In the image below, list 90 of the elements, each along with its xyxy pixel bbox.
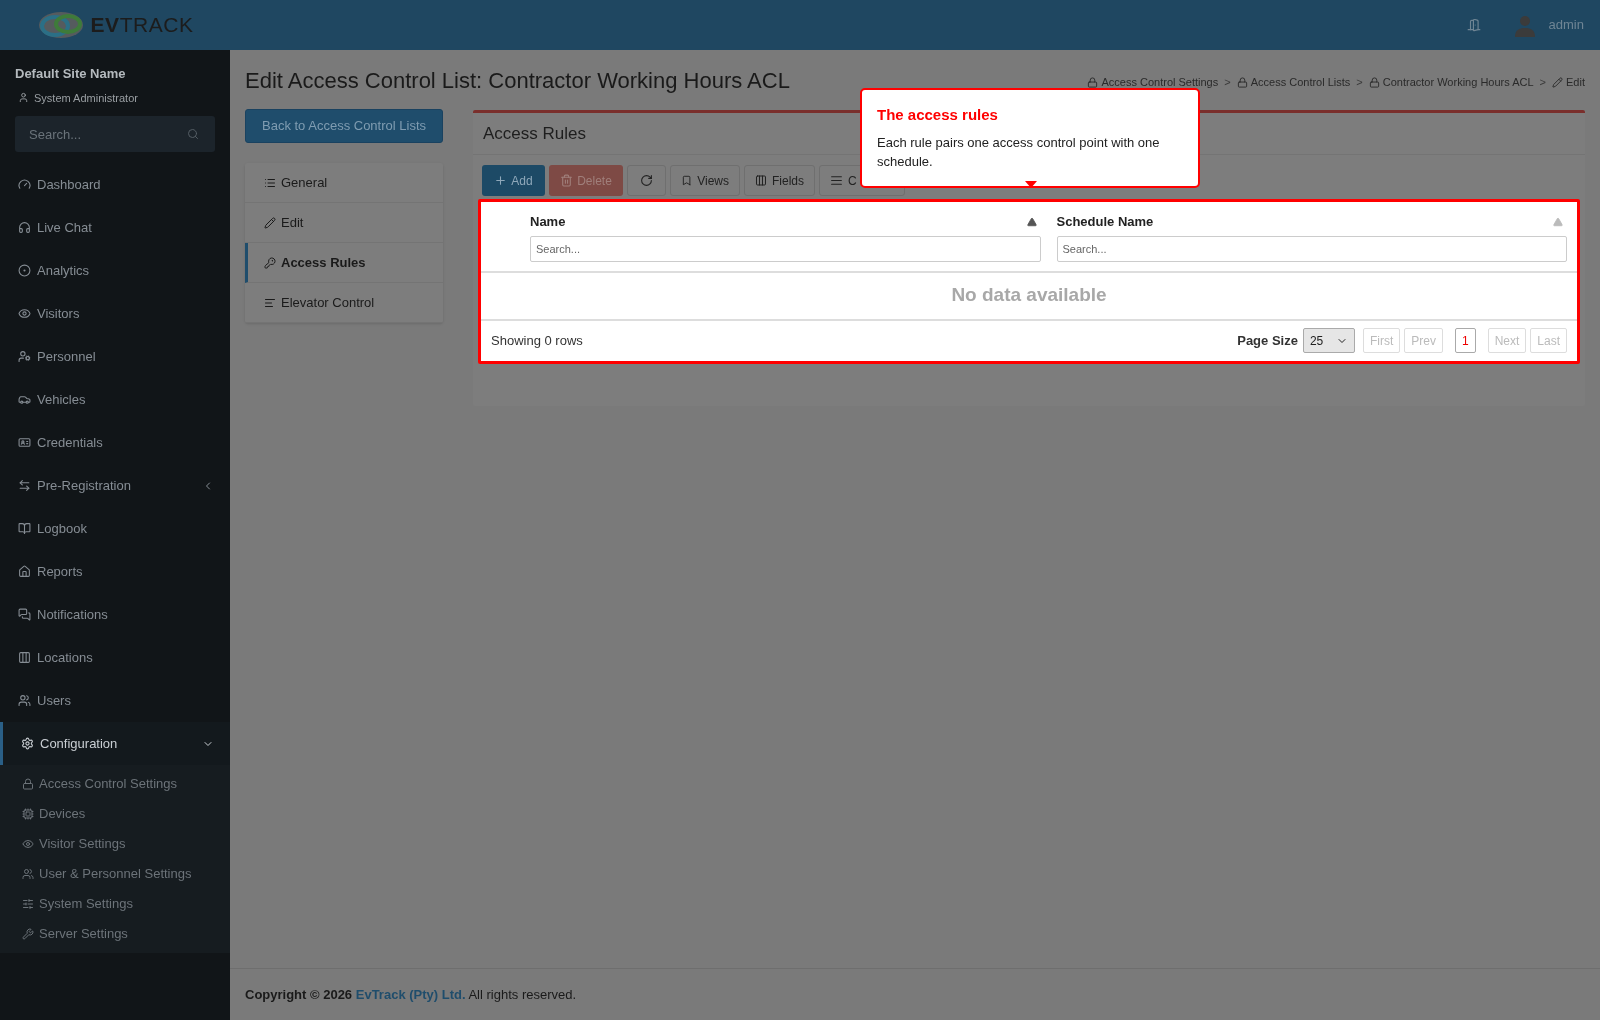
lock-icon <box>1236 76 1248 88</box>
empty-message: No data available <box>951 283 1107 308</box>
sidebar-item[interactable]: Personnel <box>0 335 230 378</box>
gauge-icon <box>18 178 31 191</box>
lines-icon <box>830 174 843 187</box>
search-icon <box>187 128 199 140</box>
toolbar-button[interactable]: Views <box>670 165 740 196</box>
id-card-icon <box>18 436 31 449</box>
column-search-field[interactable]: Search... <box>530 235 1041 262</box>
columns-icon <box>755 174 767 187</box>
breadcrumb-link[interactable]: Edit <box>1552 74 1585 91</box>
sidebar-item[interactable]: Users <box>0 679 230 722</box>
door-icon[interactable] <box>1466 18 1481 32</box>
row-count: Showing 0 rows <box>491 331 584 350</box>
breadcrumb-link[interactable]: Access Control Lists <box>1236 74 1351 91</box>
sidebar-item[interactable]: Logbook <box>0 507 230 550</box>
bookmark-icon <box>681 174 693 187</box>
target-icon <box>18 264 31 277</box>
column-search-field[interactable]: Search... <box>1056 235 1567 262</box>
book-icon <box>18 522 31 535</box>
headset-icon <box>18 221 31 234</box>
sidebar-item[interactable]: Pre-Registration <box>0 464 230 507</box>
breadcrumb-link[interactable]: Contractor Working Hours ACL <box>1368 74 1534 91</box>
site-name: Default Site Name <box>15 65 127 83</box>
submenu-item[interactable]: User & Personnel Settings <box>0 859 230 889</box>
pencil-icon <box>1552 76 1564 88</box>
column-header[interactable]: Schedule Name <box>1056 212 1154 232</box>
list-icon <box>264 176 276 189</box>
tab[interactable]: Access Rules <box>245 243 443 283</box>
refresh-button[interactable] <box>627 165 666 196</box>
sidebar-item[interactable]: Locations <box>0 636 230 679</box>
submenu-item[interactable]: Access Control Settings <box>0 769 230 799</box>
refresh-icon <box>640 174 653 187</box>
sliders-icon <box>22 898 34 910</box>
eye-icon <box>22 838 34 850</box>
back-button[interactable]: Back to Access Control Lists <box>245 109 443 143</box>
submenu-item[interactable]: Devices <box>0 799 230 829</box>
lock-icon <box>1368 76 1380 88</box>
submenu-item[interactable]: Server Settings <box>0 919 230 949</box>
sidebar-item[interactable]: Configuration <box>0 722 230 765</box>
user-icon <box>18 92 29 104</box>
sidebar-item[interactable]: Visitors <box>0 292 230 335</box>
tab[interactable]: General <box>245 163 443 203</box>
page-size-label: Page Size <box>1237 331 1298 350</box>
chat-icon <box>18 608 31 621</box>
submenu-item[interactable]: System Settings <box>0 889 230 919</box>
sidebar-item[interactable]: Reports <box>0 550 230 593</box>
lock-icon <box>22 778 34 790</box>
users-icon <box>22 868 34 880</box>
add-button[interactable]: Add <box>482 165 545 196</box>
sidebar-item[interactable]: Vehicles <box>0 378 230 421</box>
arrows-icon <box>18 479 31 492</box>
page-title: Edit Access Control List: Contractor Working Hours ACL <box>245 67 790 95</box>
submenu-item[interactable]: Visitor Settings <box>0 829 230 859</box>
house-icon <box>18 565 31 578</box>
lines-icon <box>264 296 276 309</box>
chip-icon <box>22 808 34 820</box>
sidebar-item[interactable]: Analytics <box>0 249 230 292</box>
logo-text: EVTRACK <box>90 12 194 39</box>
breadcrumb-separator: > <box>1224 75 1231 90</box>
copyright-text: Copyright © 2026 EvTrack (Pty) Ltd. All rights reserved. <box>245 985 577 1004</box>
sidebar-item[interactable]: Notifications <box>0 593 230 636</box>
pencil-icon <box>264 216 276 229</box>
sidebar-item[interactable]: Dashboard <box>0 163 230 206</box>
users-icon <box>18 694 31 707</box>
tab[interactable]: Elevator Control <box>245 283 443 323</box>
columns-icon <box>18 651 31 664</box>
tab[interactable]: Edit <box>245 203 443 243</box>
pager-button[interactable]: 1 <box>1454 328 1476 353</box>
sort-icon[interactable] <box>1026 216 1037 227</box>
lock-icon <box>1087 76 1099 88</box>
column-header[interactable]: Name <box>530 212 566 232</box>
search-field[interactable]: Search... <box>15 116 215 152</box>
breadcrumb-link[interactable]: Access Control Settings <box>1087 74 1219 91</box>
car-icon <box>18 393 31 406</box>
user-name[interactable]: admin <box>1548 15 1584 35</box>
plus-icon <box>494 174 508 187</box>
breadcrumb-separator: > <box>1356 75 1363 90</box>
settings-icon <box>21 737 34 750</box>
user-gear-icon <box>18 350 31 363</box>
eye-icon <box>18 307 31 320</box>
key-icon <box>264 256 276 269</box>
sidebar-item[interactable]: Live Chat <box>0 206 230 249</box>
breadcrumb-separator: > <box>1539 75 1547 90</box>
toolbar-button[interactable]: Fields <box>744 165 815 196</box>
page-size-select[interactable]: 25 <box>1302 328 1355 353</box>
user-role: System Administrator <box>34 90 138 106</box>
sidebar-item[interactable]: Credentials <box>0 421 230 464</box>
wrench-icon <box>22 928 34 940</box>
trash-icon <box>560 174 574 187</box>
